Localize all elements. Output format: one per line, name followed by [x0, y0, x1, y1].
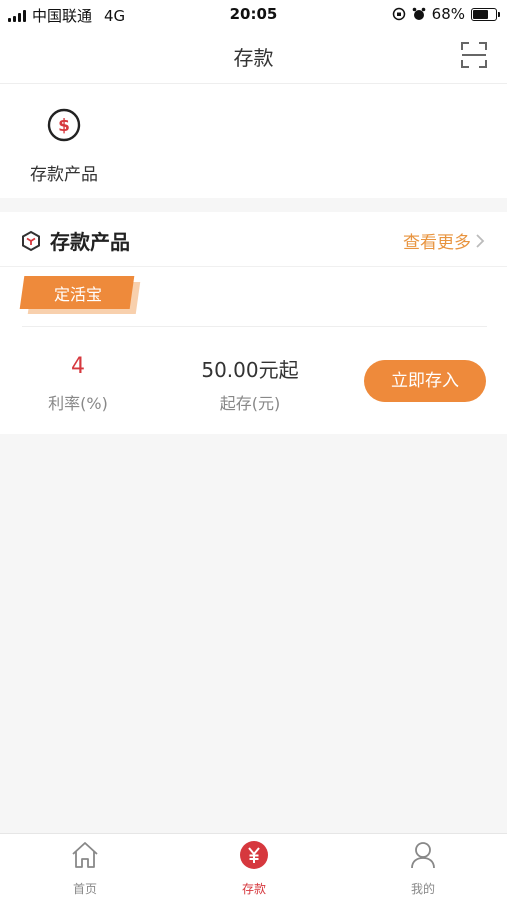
- section-header: 存款产品 查看更多: [0, 212, 507, 267]
- tab-label: 首页: [72, 882, 97, 896]
- home-icon: [72, 842, 98, 868]
- rotation-lock-icon: [392, 7, 405, 21]
- scan-icon[interactable]: [461, 42, 487, 68]
- rate-value: 4: [71, 354, 85, 379]
- deposit-now-button[interactable]: 立即存入: [364, 360, 486, 402]
- status-bar: 中国联通 4G 20:05 68%: [0, 0, 507, 28]
- product-section: 存款产品 查看更多 定活宝 4 利率(%) 50.00元起 起存(元) 立即存入: [0, 212, 507, 434]
- nav-bar: 存款: [0, 28, 507, 84]
- rate-label: 利率(%): [48, 394, 108, 413]
- divider: [22, 326, 487, 327]
- tab-bar: 首页 存款 我的: [0, 833, 507, 900]
- svg-text:$: $: [58, 116, 70, 136]
- more-link-label: 查看更多: [403, 233, 471, 253]
- tab-deposit[interactable]: 存款: [204, 840, 304, 897]
- more-link[interactable]: 查看更多: [403, 228, 485, 253]
- tab-home[interactable]: 首页: [35, 840, 135, 897]
- user-icon: [411, 842, 435, 869]
- tab-label: 我的: [410, 882, 435, 896]
- tab-label: 存款: [241, 882, 266, 896]
- page-title: 存款: [233, 46, 274, 70]
- battery-percent: 68%: [431, 5, 465, 23]
- quick-menu: $ 存款产品: [0, 84, 507, 198]
- tab-mine[interactable]: 我的: [373, 840, 473, 897]
- product-tag-label: 定活宝: [53, 285, 102, 304]
- quick-item-label: 存款产品: [30, 165, 98, 185]
- alarm-icon: [412, 7, 425, 20]
- chevron-right-icon: [476, 233, 485, 248]
- yuan-circle-icon: [240, 841, 268, 869]
- dollar-circle-icon: $: [47, 108, 81, 142]
- quick-item-deposit-products[interactable]: $ 存款产品: [24, 108, 104, 185]
- min-deposit-value: 50.00元起: [201, 358, 299, 382]
- status-right: 68%: [392, 5, 500, 23]
- cube-icon: [22, 230, 40, 252]
- section-title: 存款产品: [50, 230, 130, 254]
- battery-icon: [471, 7, 500, 21]
- min-deposit-label: 起存(元): [219, 394, 281, 413]
- product-tag: 定活宝: [19, 276, 142, 316]
